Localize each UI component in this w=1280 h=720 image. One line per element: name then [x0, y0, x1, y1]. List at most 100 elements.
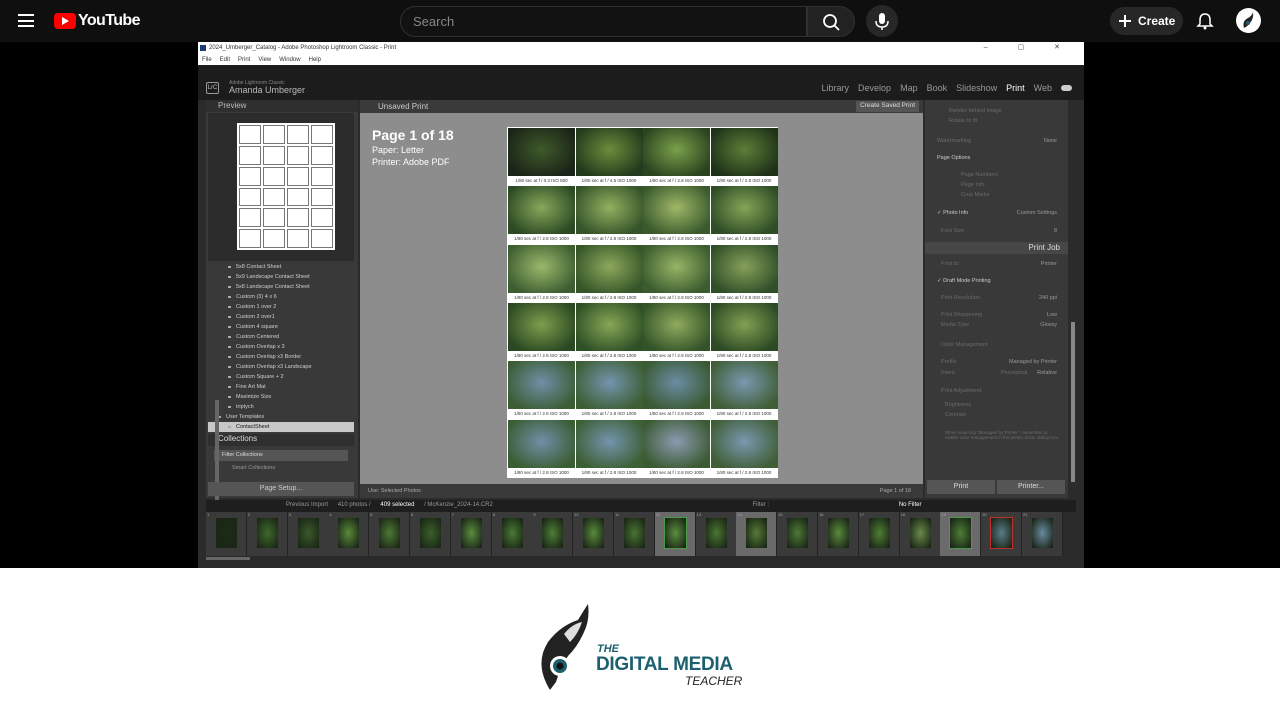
template-item[interactable]: Custom 1 over 2 — [208, 302, 354, 312]
module-map[interactable]: Map — [900, 83, 918, 93]
module-develop[interactable]: Develop — [858, 83, 891, 93]
template-item[interactable]: 5x8 Landscape Contact Sheet — [208, 282, 354, 292]
contact-sheet-cell[interactable]: 1/80 sec at f / 2.8 ISO 1000 — [643, 186, 710, 244]
menu-file[interactable]: File — [202, 57, 212, 63]
template-item[interactable]: Custom 4 square — [208, 322, 354, 332]
filter-dropdown[interactable]: No Filter — [899, 502, 922, 508]
youtube-logo[interactable]: YouTube — [54, 12, 140, 30]
template-item[interactable]: Custom (3) 4 x 6 — [208, 292, 354, 302]
crop-marks-checkbox[interactable]: Crop Marks — [931, 190, 1061, 200]
contact-sheet-cell[interactable]: 1/80 sec at f / 4.5 ISO 1000 — [575, 128, 643, 186]
menu-view[interactable]: View — [258, 57, 271, 63]
contact-sheet-cell[interactable]: 1/80 sec at f / 2.8 ISO 1000 — [508, 302, 575, 361]
draft-mode-row[interactable]: ✓ Draft Mode Printing — [931, 276, 1061, 286]
filmstrip-thumbnail[interactable]: 18 — [899, 512, 941, 556]
search-button[interactable] — [807, 6, 855, 37]
template-item[interactable]: Fine Art Mat — [208, 382, 354, 392]
filmstrip-thumbnail[interactable]: 4 — [328, 512, 370, 556]
contact-sheet-cell[interactable]: 1/80 sec at f / 2.8 ISO 1000 — [643, 128, 710, 186]
template-item[interactable]: Custom Square + 2 — [208, 372, 354, 382]
contact-sheet-cell[interactable]: 1/80 sec at f / 2.8 ISO 1000 — [710, 244, 778, 303]
use-dropdown[interactable]: Selected Photos — [381, 488, 421, 494]
contact-sheet-cell[interactable]: 1/80 sec at f / 2.8 ISO 1000 — [710, 361, 778, 419]
contact-sheet-cell[interactable]: 1/80 sec at f / 2.8 ISO 1000 — [643, 244, 710, 303]
module-book[interactable]: Book — [927, 83, 948, 93]
voice-search-button[interactable] — [866, 5, 898, 37]
cloud-icon[interactable] — [1061, 85, 1072, 91]
filmstrip-thumbnail[interactable]: 11 — [614, 512, 655, 556]
preview-header[interactable]: Preview — [206, 100, 358, 112]
template-item[interactable]: Custom Overlap x 3 — [208, 342, 354, 352]
collections-header[interactable]: Collections — [208, 434, 354, 446]
print-resolution-row[interactable]: Print Resolution 240 ppi — [931, 293, 1061, 303]
template-item[interactable]: Custom Overlap x3 Border — [208, 352, 354, 362]
menu-edit[interactable]: Edit — [220, 57, 230, 63]
print-job-section[interactable]: Print Job — [925, 242, 1068, 254]
filmstrip-thumbnail[interactable]: 15 — [777, 512, 819, 556]
print-sharpening-row[interactable]: Print Sharpening Low — [931, 310, 1061, 320]
contact-sheet-cell[interactable]: 1/80 sec at f / 2.8 ISO 1000 — [575, 302, 643, 361]
template-item[interactable]: Custom Overlap x3 Landscape — [208, 362, 354, 372]
profile-row[interactable]: Profile Managed by Printer — [931, 357, 1061, 367]
print-to-row[interactable]: Print to: Printer — [931, 259, 1061, 269]
menu-help[interactable]: Help — [309, 57, 321, 63]
contact-sheet-cell[interactable]: 1/80 sec at f / 2.8 ISO 1000 — [508, 244, 575, 303]
intent-relative[interactable]: Relative — [1037, 368, 1057, 378]
page-info-checkbox[interactable]: Page Info — [931, 180, 1061, 190]
filmstrip-thumbnail[interactable]: 19 — [940, 512, 982, 556]
filmstrip-thumbnail[interactable]: 2 — [246, 512, 288, 556]
contact-sheet-cell[interactable]: 1/80 sec at f / 2.8 ISO 1000 — [643, 419, 710, 478]
filmstrip-thumbnail[interactable]: 13 — [695, 512, 737, 556]
contrast-slider[interactable]: Contrast — [931, 410, 1061, 420]
filmstrip-thumbnail[interactable]: 10 — [573, 512, 615, 556]
photo-info-value[interactable]: Custom Settings — [1017, 208, 1057, 218]
create-saved-print-button[interactable]: Create Saved Print — [856, 101, 919, 112]
filmstrip-thumbnail[interactable]: 1 — [206, 512, 247, 556]
contact-sheet-cell[interactable]: 1/80 sec at f / 2.8 ISO 1000 — [508, 361, 575, 419]
filmstrip-thumbnail[interactable]: 5 — [369, 512, 411, 556]
avatar[interactable] — [1236, 8, 1261, 33]
template-item[interactable]: 5x8 Contact Sheet — [208, 262, 354, 272]
contact-sheet-cell[interactable]: 1/80 sec at f / 2.8 ISO 1000 — [710, 302, 778, 361]
menu-icon[interactable] — [18, 14, 34, 27]
contact-sheet-cell[interactable]: 1/80 sec at f / 2.8 ISO 1000 — [575, 361, 643, 419]
user-templates-folder[interactable]: User Templates — [208, 412, 354, 422]
photo-info-row[interactable]: ✓ Photo Info Custom Settings — [931, 208, 1061, 218]
menu-print[interactable]: Print — [238, 57, 250, 63]
template-item[interactable]: Custom Centered — [208, 332, 354, 342]
contact-sheet-cell[interactable]: 1/80 sec at f / 2.8 ISO 1000 — [575, 419, 643, 478]
filmstrip-thumbnail[interactable]: 21 — [1022, 512, 1063, 556]
contact-sheet-cell[interactable]: 1/80 sec at f / 2.8 ISO 1000 — [710, 128, 778, 186]
template-item[interactable]: 5x9 Landscape Contact Sheet — [208, 272, 354, 282]
module-print[interactable]: Print — [1006, 83, 1025, 93]
notifications-bell-icon[interactable] — [1196, 12, 1214, 30]
create-button[interactable]: Create — [1110, 7, 1183, 35]
color-management-section[interactable]: Color Management — [931, 340, 1061, 350]
page-setup-button[interactable]: Page Setup... — [208, 482, 354, 496]
filmstrip-thumbnail[interactable]: 14 — [736, 512, 778, 556]
filmstrip-thumbnail[interactable]: 7 — [450, 512, 492, 556]
menu-window[interactable]: Window — [279, 57, 300, 63]
template-item[interactable]: Custom 2 over1 — [208, 312, 354, 322]
watermarking-row[interactable]: Watermarking None — [931, 136, 1061, 146]
template-item[interactable]: triptych — [208, 402, 354, 412]
contact-sheet-cell[interactable]: 1/80 sec at f / 2.8 ISO 1000 — [710, 419, 778, 478]
contact-sheet-cell[interactable]: 1/80 sec at f / 2.8 ISO 1000 — [575, 186, 643, 244]
filmstrip-thumbnail[interactable]: 3 — [287, 512, 329, 556]
intent-perceptual[interactable]: Perceptual — [1001, 368, 1027, 378]
filmstrip-thumbnail[interactable]: 9 — [532, 512, 574, 556]
search-input[interactable]: Search — [400, 6, 807, 37]
template-item-selected[interactable]: ContactSheet — [208, 422, 354, 432]
filmstrip-thumbnail[interactable]: 6 — [410, 512, 451, 556]
contact-sheet-cell[interactable]: 1/80 sec at f / 2.8 ISO 1000 — [508, 419, 575, 478]
media-type-row[interactable]: Media Type Glossy — [931, 320, 1061, 330]
smart-collections-item[interactable]: Smart Collections — [208, 465, 354, 471]
filmstrip-thumbnail[interactable]: 12 — [654, 512, 696, 556]
render-behind-checkbox[interactable]: Render behind image — [931, 106, 1061, 116]
contact-sheet-cell[interactable]: 1/80 sec at f / 2.8 ISO 1000 — [643, 361, 710, 419]
print-adjustment-checkbox[interactable]: Print Adjustment — [931, 386, 1061, 396]
filmstrip[interactable]: 1 2 3 4 5 6 7 8 9 10 11 12 13 14 15 16 17 18 19 20 21 — [206, 512, 1076, 560]
module-web[interactable]: Web — [1034, 83, 1052, 93]
module-library[interactable]: Library — [822, 83, 850, 93]
contact-sheet-cell[interactable]: 1/80 sec at f / 2.8 ISO 1000 — [643, 302, 710, 361]
